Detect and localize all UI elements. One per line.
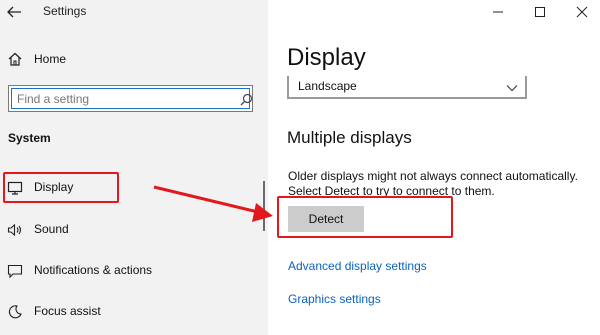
search-icon[interactable]: [240, 93, 253, 106]
minimize-icon[interactable]: [480, 0, 516, 24]
moon-icon: [7, 304, 23, 320]
sidebar-item-notifications[interactable]: Notifications & actions: [0, 254, 268, 288]
home-icon: [7, 51, 23, 67]
advanced-display-settings-link[interactable]: Advanced display settings: [288, 259, 427, 273]
sidebar-item-label: Home: [34, 52, 67, 66]
multiple-displays-description: Older displays might not always connect …: [288, 169, 578, 198]
search-input[interactable]: [13, 90, 229, 108]
sidebar-item-label: Notifications & actions: [34, 263, 153, 277]
multiple-displays-heading: Multiple displays: [287, 128, 412, 147]
dropdown-value: Landscape: [298, 79, 357, 93]
sidebar-item-label: Focus assist: [34, 304, 101, 318]
sidebar-item-home[interactable]: Home: [0, 42, 268, 76]
window-title: Settings: [43, 4, 87, 18]
maximize-icon[interactable]: [522, 0, 558, 24]
sidebar: Settings Home System Display Sound Notif…: [0, 0, 268, 335]
sidebar-item-display[interactable]: Display: [0, 171, 268, 205]
sidebar-scrollbar[interactable]: [263, 181, 265, 231]
detect-button[interactable]: Detect: [288, 206, 364, 232]
monitor-icon: [7, 180, 23, 196]
section-label: System: [8, 131, 51, 145]
sidebar-item-sound[interactable]: Sound: [0, 213, 268, 247]
page-title: Display: [287, 44, 366, 71]
back-arrow-icon[interactable]: [5, 4, 23, 20]
titlebar: Settings: [0, 0, 268, 24]
search-box[interactable]: [8, 85, 253, 112]
notification-icon: [7, 263, 23, 279]
sidebar-item-focus-assist[interactable]: Focus assist: [0, 295, 268, 329]
sidebar-item-label: Sound: [34, 222, 69, 236]
chevron-down-icon: [506, 80, 518, 92]
orientation-dropdown[interactable]: Landscape: [287, 76, 527, 99]
graphics-settings-link[interactable]: Graphics settings: [288, 292, 381, 306]
sidebar-item-label: Display: [34, 180, 74, 194]
window-controls: [480, 0, 600, 24]
close-icon[interactable]: [564, 0, 600, 24]
speaker-icon: [7, 222, 23, 238]
